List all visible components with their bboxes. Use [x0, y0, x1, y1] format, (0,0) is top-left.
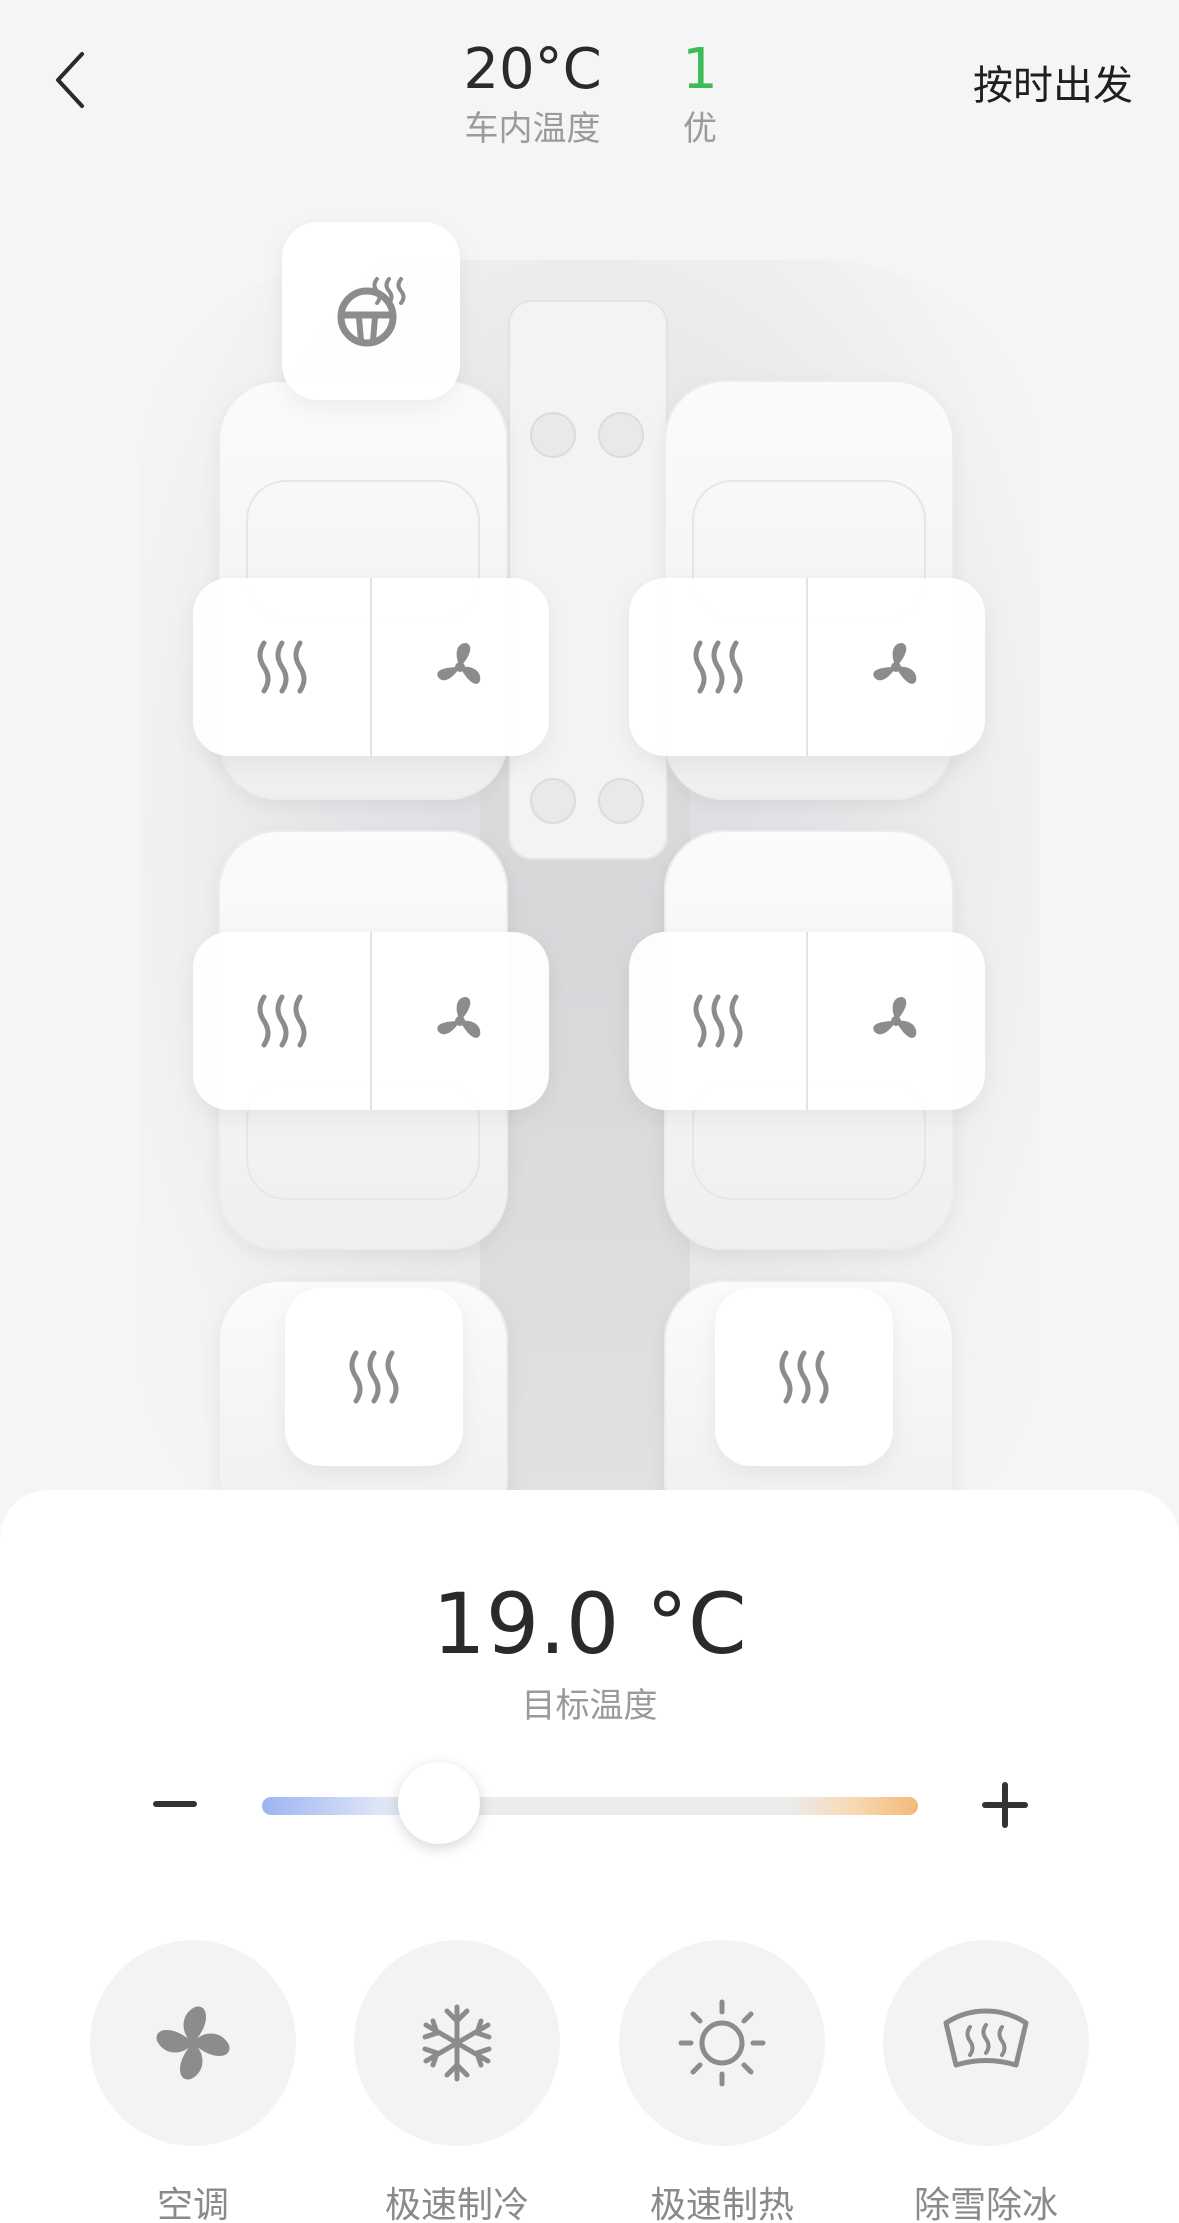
minus-icon	[153, 1801, 197, 1807]
back-button[interactable]	[40, 40, 100, 120]
seat-heat-button[interactable]	[629, 578, 806, 756]
air-quality: 1 优	[660, 34, 740, 152]
cup-holder	[598, 778, 644, 824]
mode-ac-label: 空调	[156, 2185, 229, 2223]
mode-fast-heat[interactable]: 极速制热	[619, 1940, 825, 2223]
seat-vent-button[interactable]	[808, 932, 985, 1110]
sun-icon	[678, 1999, 766, 2087]
seat-heat-third-left-button[interactable]	[285, 1288, 463, 1466]
mode-fast-cool-label: 极速制冷	[384, 2185, 529, 2223]
seat-vent-button[interactable]	[372, 578, 549, 756]
seat-control-front-left	[193, 578, 549, 756]
climate-panel: 19.0 °C 目标温度 空调 极速制冷 极速制热 除雪除冰	[0, 1490, 1179, 2223]
mode-defrost[interactable]: 除雪除冰	[883, 1940, 1089, 2223]
seat-vent-button[interactable]	[808, 578, 985, 756]
fan-icon	[156, 2006, 230, 2080]
increase-temp-button[interactable]	[970, 1770, 1040, 1840]
snowflake-icon	[422, 2004, 492, 2082]
seat-heat-third-right-button[interactable]	[715, 1288, 893, 1466]
seat-control-front-right	[629, 578, 985, 756]
scheduled-depart-button[interactable]: 按时出发	[973, 56, 1133, 116]
seat-heat-icon	[779, 1350, 829, 1404]
air-quality-value: 1	[682, 37, 718, 102]
target-temp-value: 19.0 °C	[432, 1575, 747, 1673]
seat-control-second-right	[629, 932, 985, 1110]
cup-holder	[530, 778, 576, 824]
defrost-icon	[943, 2008, 1029, 2068]
seat-vent-icon	[873, 997, 917, 1038]
chevron-left-icon	[56, 52, 84, 108]
seat-heat-icon	[257, 994, 306, 1048]
mode-fast-cool[interactable]: 极速制冷	[354, 1940, 560, 2223]
air-quality-label: 优	[683, 109, 717, 149]
mode-fast-cool-button[interactable]	[354, 1940, 560, 2146]
target-temp-label: 目标温度	[521, 1686, 658, 1726]
steering-heat-button[interactable]	[282, 222, 460, 400]
mode-defrost-button[interactable]	[883, 1940, 1089, 2146]
seat-heat-button[interactable]	[629, 932, 806, 1110]
cup-holder	[598, 412, 644, 458]
seat-vent-icon	[437, 997, 481, 1038]
seat-heat-button[interactable]	[193, 578, 370, 756]
temp-slider-track[interactable]	[262, 1797, 918, 1815]
cabin-temp-label: 车内温度	[464, 109, 601, 149]
cup-holder	[530, 412, 576, 458]
mode-fast-heat-label: 极速制热	[649, 2185, 794, 2223]
mode-ac[interactable]: 空调	[90, 1940, 296, 2223]
temp-slider-thumb[interactable]	[398, 1762, 481, 1844]
cabin-temperature: 20°C 车内温度	[440, 34, 625, 152]
cabin-temp-value: 20°C	[463, 37, 602, 102]
steering-heat-icon	[337, 277, 406, 347]
seat-vent-icon	[437, 643, 481, 684]
seat-vent-button[interactable]	[372, 932, 549, 1110]
mode-defrost-label: 除雪除冰	[913, 2185, 1058, 2223]
seat-heat-icon	[257, 640, 306, 694]
seat-vent-icon	[873, 643, 917, 684]
mode-fast-heat-button[interactable]	[619, 1940, 825, 2146]
decrease-temp-button[interactable]	[140, 1770, 210, 1840]
seat-heat-icon	[693, 640, 742, 694]
seat-heat-icon	[693, 994, 742, 1048]
plus-icon	[982, 1782, 1028, 1828]
seat-heat-icon	[349, 1350, 399, 1404]
mode-ac-button[interactable]	[90, 1940, 296, 2146]
seat-heat-button[interactable]	[193, 932, 370, 1110]
car-cabin-view	[0, 150, 1179, 1500]
seat-control-second-left	[193, 932, 549, 1110]
